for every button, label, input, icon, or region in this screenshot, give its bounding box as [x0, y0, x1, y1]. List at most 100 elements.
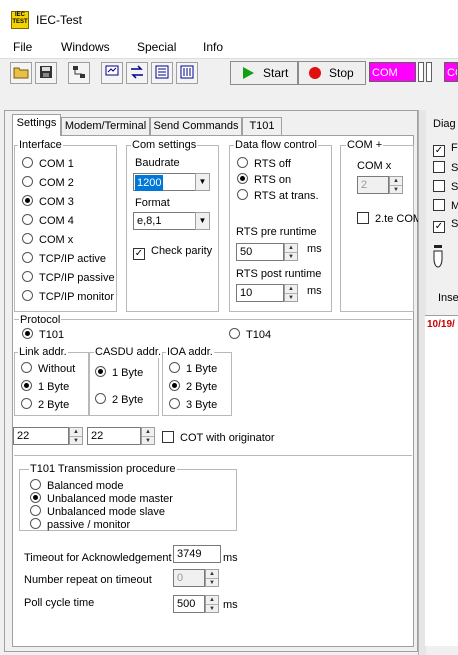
hand-icon[interactable]	[430, 245, 446, 271]
save-icon[interactable]	[35, 62, 57, 84]
transmission-passive-monitor-label: passive / monitor	[47, 519, 131, 531]
com-plus-title: COM +	[346, 139, 384, 151]
open-icon[interactable]	[10, 62, 32, 84]
rts-pre-input[interactable]: 50	[236, 243, 284, 261]
play-icon	[243, 67, 254, 79]
ioa-addr-2-byte-label: 2 Byte	[186, 381, 218, 393]
transmission-balanced-mode[interactable]: Balanced mode	[30, 479, 123, 492]
connect-icon[interactable]	[68, 62, 90, 84]
casdu-addr-group	[89, 352, 159, 416]
interface-com-3-label: COM 3	[39, 196, 74, 208]
comx-spinner[interactable]: ▲ ▼	[389, 176, 403, 194]
format-label: Format	[135, 197, 170, 209]
menu-windows[interactable]: Windows	[61, 40, 110, 54]
dataflow-rts-at-trans[interactable]: RTS at trans.	[237, 189, 319, 202]
monitor-icon[interactable]	[101, 62, 123, 84]
repeat-label: Number repeat on timeout	[24, 574, 152, 586]
radio-icon	[237, 189, 248, 200]
casdu-addr-1-byte[interactable]: 1 Byte	[95, 366, 143, 379]
interface-com-1-label: COM 1	[39, 158, 74, 170]
link-addr-1-byte[interactable]: 1 Byte	[21, 380, 69, 393]
diag-checkbox[interactable]: ✓ S	[433, 218, 458, 233]
diag-checkbox-label: S	[451, 218, 458, 230]
dataflow-rts-off[interactable]: RTS off	[237, 157, 291, 170]
diag-title: Diag	[433, 118, 456, 130]
diag-checkbox[interactable]: S	[433, 161, 458, 174]
log-line: 10/19/	[427, 319, 455, 330]
rts-post-input[interactable]: 10	[236, 284, 284, 302]
radio-icon	[30, 492, 41, 503]
transmission-unbalanced-mode-master[interactable]: Unbalanced mode master	[30, 492, 173, 505]
link-addr-2-byte-label: 2 Byte	[38, 399, 70, 411]
interface-com-1[interactable]: COM 1	[22, 157, 74, 170]
swap-icon[interactable]	[126, 62, 148, 84]
dataflow-rts-at-trans-label: RTS at trans.	[254, 190, 319, 202]
repeat-spinner[interactable]: ▲ ▼	[205, 569, 219, 587]
dataflow-rts-on[interactable]: RTS on	[237, 173, 291, 186]
repeat-input[interactable]: 0	[173, 569, 205, 587]
radio-icon	[95, 366, 106, 377]
diag-checkbox[interactable]: ✓ F	[433, 142, 458, 157]
interface-tcp-ip-monitor[interactable]: TCP/IP monitor	[22, 290, 114, 303]
poll-spinner[interactable]: ▲ ▼	[205, 595, 219, 613]
settings-icon[interactable]	[176, 62, 198, 84]
stop-button[interactable]: Stop	[298, 61, 366, 85]
tab-t101[interactable]: T101	[242, 117, 282, 135]
protocol-t101[interactable]: T101	[22, 328, 64, 341]
transmission-unbalanced-mode-slave-label: Unbalanced mode slave	[47, 506, 166, 518]
link-address-spinner[interactable]: ▲ ▼	[69, 427, 83, 445]
interface-com-3[interactable]: COM 3	[22, 195, 74, 208]
transmission-unbalanced-mode-slave[interactable]: Unbalanced mode slave	[30, 505, 165, 518]
diag-checkbox[interactable]: S	[433, 180, 458, 193]
transmission-passive-monitor[interactable]: passive / monitor	[30, 518, 130, 531]
checkbox-icon	[162, 431, 174, 443]
divider	[14, 455, 412, 456]
link-addr-2-byte[interactable]: 2 Byte	[21, 398, 69, 411]
transmission-title: T101 Transmission procedure	[29, 463, 177, 475]
chevron-down-icon[interactable]: ▼	[195, 173, 210, 191]
interface-com-4[interactable]: COM 4	[22, 214, 74, 227]
chevron-down-icon[interactable]: ▼	[195, 212, 210, 230]
tab-send-commands[interactable]: Send Commands	[150, 117, 242, 135]
timeout-input[interactable]: 3749	[173, 545, 221, 563]
ioa-addr-title: IOA addr.	[166, 346, 214, 358]
stop-icon	[309, 67, 321, 79]
dataflow-rts-off-label: RTS off	[254, 158, 291, 170]
start-button[interactable]: Start	[230, 61, 298, 85]
app-icon: IEC TEST	[11, 11, 29, 29]
comx-label: COM x	[357, 160, 392, 172]
link-address-input[interactable]: 22	[13, 427, 69, 445]
interface-com-x[interactable]: COM x	[22, 233, 73, 246]
casdu-addr-2-byte[interactable]: 2 Byte	[95, 393, 143, 406]
poll-input[interactable]: 500	[173, 595, 205, 613]
baudrate-label: Baudrate	[135, 157, 180, 169]
ioa-addr-3-byte[interactable]: 3 Byte	[169, 398, 217, 411]
interface-tcp-ip-passive[interactable]: TCP/IP passive	[22, 271, 115, 284]
comx-input[interactable]: 2	[357, 176, 389, 194]
rts-post-spinner[interactable]: ▲ ▼	[284, 284, 298, 302]
link-addr-title: Link addr.	[18, 346, 68, 358]
diag-checkbox[interactable]: M	[433, 199, 458, 212]
interface-tcp-ip-monitor-label: TCP/IP monitor	[39, 291, 114, 303]
menu-info[interactable]: Info	[203, 40, 223, 54]
protocol-title: Protocol	[19, 314, 62, 326]
casdu-address-spinner[interactable]: ▲ ▼	[141, 427, 155, 445]
interface-com-2[interactable]: COM 2	[22, 176, 74, 189]
second-com-checkbox[interactable]: 2.te COM	[357, 212, 422, 225]
list-icon[interactable]	[151, 62, 173, 84]
ioa-addr-2-byte[interactable]: 2 Byte	[169, 380, 217, 393]
checkbox-icon	[433, 161, 445, 173]
link-addr-without[interactable]: Without	[21, 362, 75, 375]
interface-com-x-label: COM x	[39, 234, 74, 246]
cot-originator-checkbox[interactable]: COT with originator	[162, 431, 275, 444]
casdu-address-input[interactable]: 22	[87, 427, 141, 445]
menu-file[interactable]: File	[13, 40, 32, 54]
tab-modem-terminal[interactable]: Modem/Terminal	[61, 117, 150, 135]
ioa-addr-1-byte[interactable]: 1 Byte	[169, 362, 217, 375]
protocol-t104[interactable]: T104	[229, 328, 271, 341]
rts-pre-spinner[interactable]: ▲ ▼	[284, 243, 298, 261]
check-parity-checkbox[interactable]: ✓ Check parity	[133, 245, 212, 260]
tab-settings[interactable]: Settings	[12, 114, 61, 136]
interface-tcp-ip-active[interactable]: TCP/IP active	[22, 252, 106, 265]
menu-special[interactable]: Special	[137, 40, 176, 54]
